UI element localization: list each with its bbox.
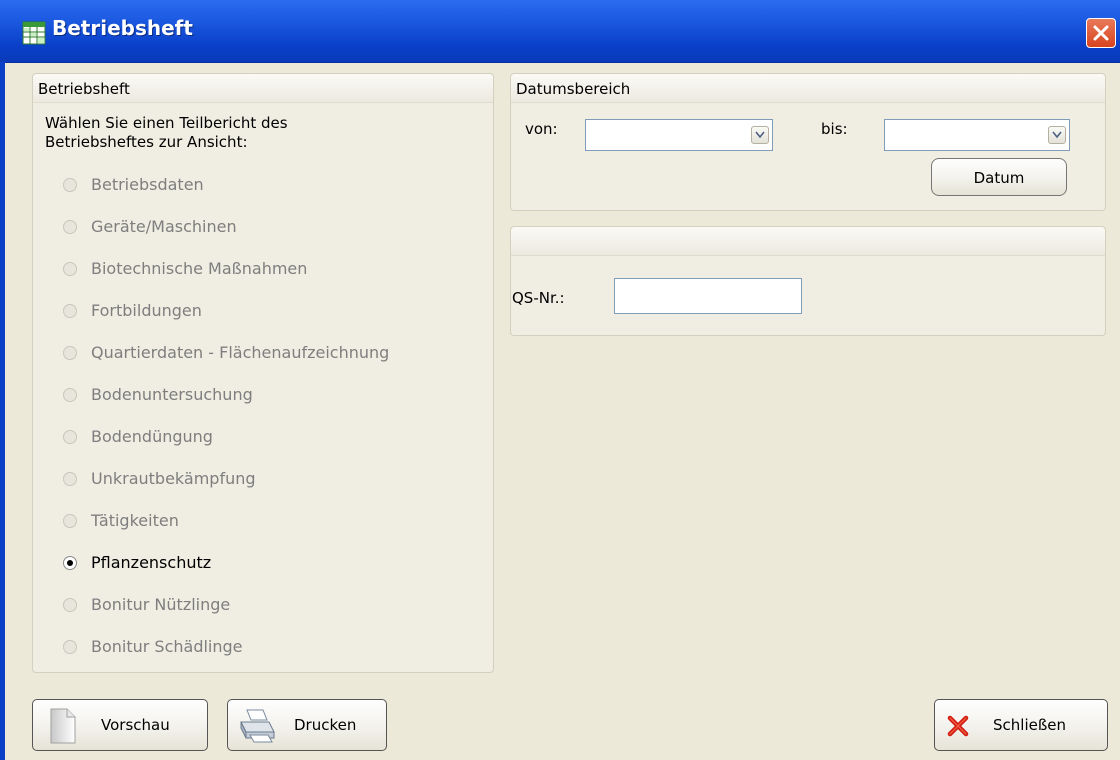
to-date-combo[interactable] — [884, 119, 1070, 151]
printer-icon — [238, 708, 276, 748]
print-button[interactable]: Drucken — [227, 699, 387, 751]
title-bar: Betriebsheft — [0, 0, 1120, 63]
document-icon — [49, 707, 77, 749]
radio-button[interactable] — [63, 304, 77, 318]
preview-button-label: Vorschau — [101, 716, 170, 734]
close-icon — [1093, 25, 1109, 41]
report-option-label: Fortbildungen — [91, 301, 202, 320]
instruction-text: Wählen Sie einen Teilbericht des Betrieb… — [45, 114, 465, 152]
report-option-label: Betriebsdaten — [91, 175, 204, 194]
date-button[interactable]: Datum — [931, 158, 1067, 196]
window-border — [0, 62, 5, 760]
from-label: von: — [525, 120, 558, 138]
report-option-label: Unkrautbekämpfung — [91, 469, 256, 488]
instruction-line-1: Wählen Sie einen Teilbericht des — [45, 114, 288, 132]
window-title: Betriebsheft — [52, 16, 193, 40]
group-header — [511, 227, 1105, 256]
to-label: bis: — [821, 120, 848, 138]
radio-button[interactable] — [63, 640, 77, 654]
group-title: Betriebsheft — [38, 80, 130, 98]
group-header: Datumsbereich — [511, 74, 1105, 103]
to-date-dropdown-button[interactable] — [1048, 126, 1066, 144]
date-button-label: Datum — [973, 169, 1025, 187]
spreadsheet-icon — [22, 21, 46, 45]
report-option-label: Biotechnische Maßnahmen — [91, 259, 308, 278]
group-title: Datumsbereich — [516, 80, 631, 98]
close-button-label: Schließen — [993, 716, 1067, 734]
close-button[interactable]: Schließen — [934, 699, 1108, 751]
qs-group: QS-Nr.: — [510, 226, 1106, 336]
print-button-label: Drucken — [294, 716, 357, 734]
report-option-label: Geräte/Maschinen — [91, 217, 237, 236]
report-option-label: Bodenuntersuchung — [91, 385, 253, 404]
radio-button[interactable] — [63, 178, 77, 192]
report-option-label: Quartierdaten - Flächenaufzeichnung — [91, 343, 390, 362]
from-date-dropdown-button[interactable] — [751, 126, 769, 144]
radio-button[interactable] — [63, 598, 77, 612]
qs-number-field[interactable] — [614, 278, 802, 314]
date-range-group: Datumsbereich von: bis: Datum — [510, 73, 1106, 211]
close-x-icon — [947, 715, 969, 741]
radio-selected-dot — [67, 560, 73, 566]
radio-button[interactable] — [63, 472, 77, 486]
preview-button[interactable]: Vorschau — [32, 699, 208, 751]
group-header: Betriebsheft — [33, 74, 493, 103]
radio-button[interactable] — [63, 220, 77, 234]
window-close-button[interactable] — [1086, 18, 1116, 48]
report-option-label: Bonitur Nützlinge — [91, 595, 231, 614]
report-option-label: Bodendüngung — [91, 427, 213, 446]
radio-button[interactable] — [63, 346, 77, 360]
radio-button[interactable] — [63, 262, 77, 276]
report-option-label: Pflanzenschutz — [91, 553, 212, 572]
report-selection-group: Betriebsheft Wählen Sie einen Teilberich… — [32, 73, 494, 673]
report-option-label: Tätigkeiten — [91, 511, 179, 530]
radio-button[interactable] — [63, 388, 77, 402]
radio-button[interactable] — [63, 430, 77, 444]
radio-button[interactable] — [63, 556, 77, 570]
radio-button[interactable] — [63, 514, 77, 528]
instruction-line-2: Betriebsheftes zur Ansicht: — [45, 133, 248, 151]
chevron-down-icon — [755, 131, 765, 139]
qs-label: QS-Nr.: — [512, 289, 565, 307]
chevron-down-icon — [1052, 131, 1062, 139]
report-option-label: Bonitur Schädlinge — [91, 637, 243, 656]
from-date-combo[interactable] — [585, 119, 773, 151]
